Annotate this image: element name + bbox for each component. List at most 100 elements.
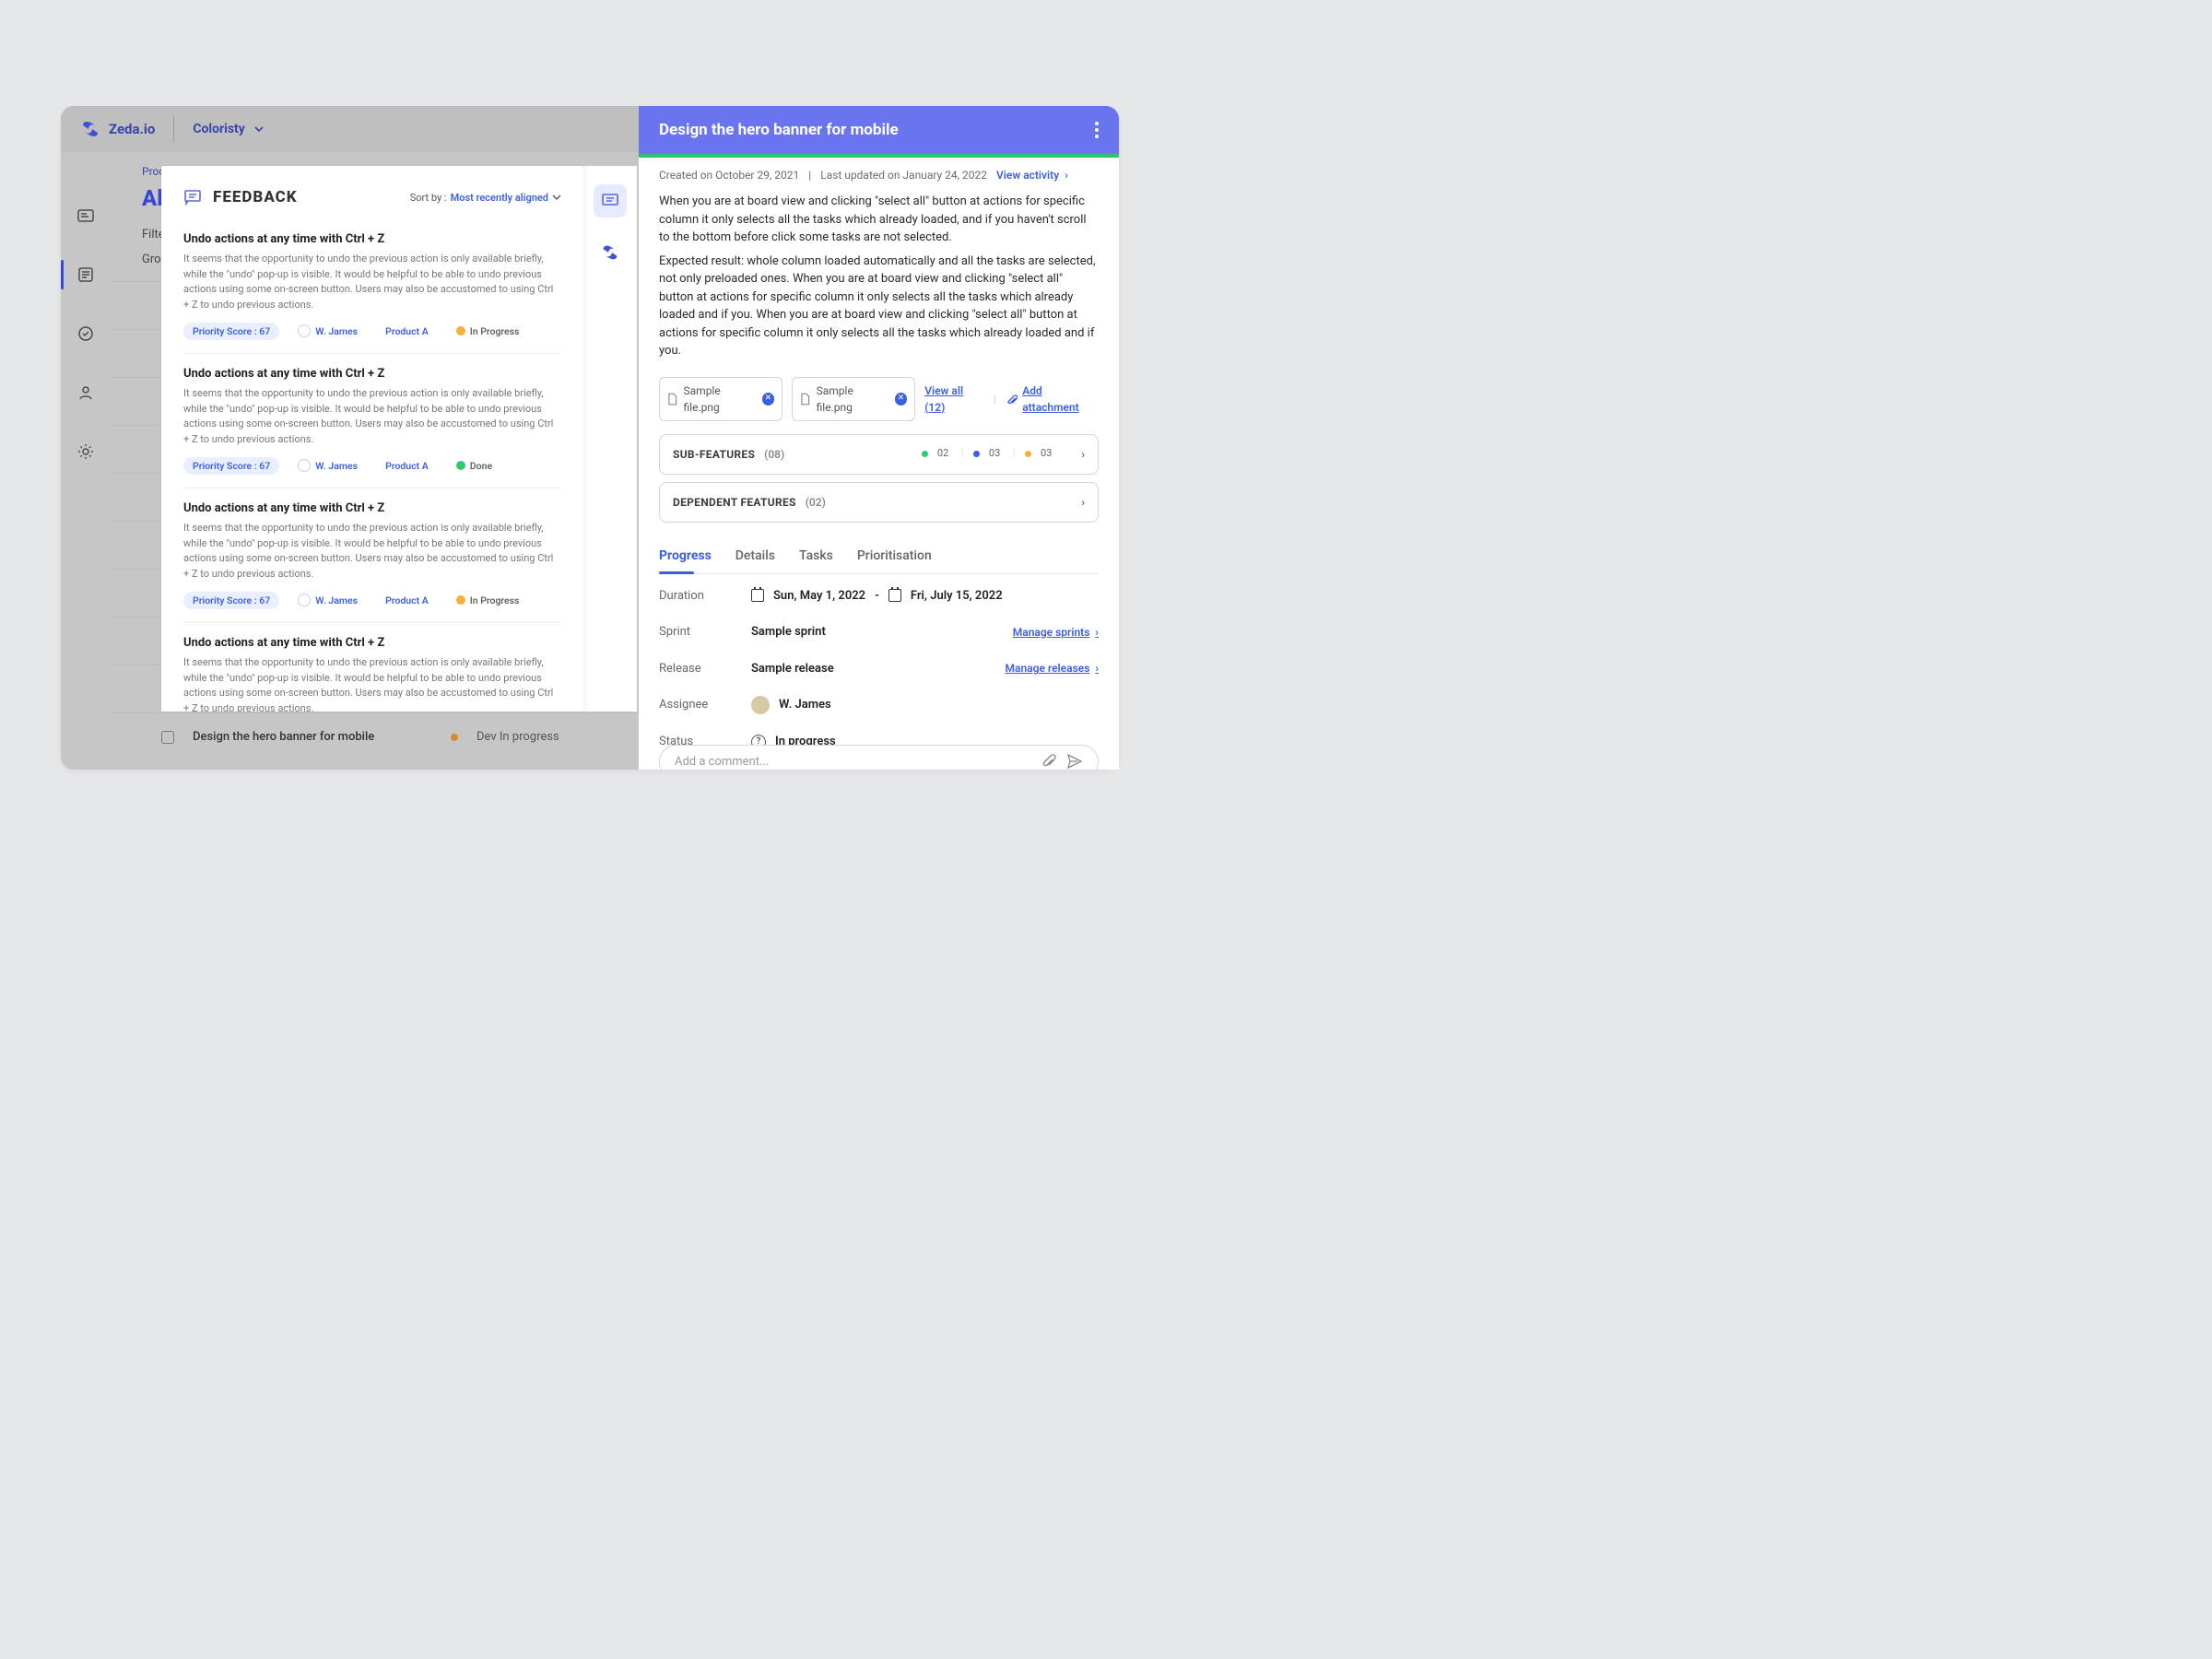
more-menu-icon[interactable] (1095, 122, 1099, 138)
feedback-item[interactable]: Undo actions at any time with Ctrl + Z I… (183, 623, 561, 712)
feedback-panel: FEEDBACK Sort by : Most recently aligned… (161, 166, 583, 712)
duration-key: Duration (659, 587, 751, 606)
remove-attachment-icon[interactable]: ✕ (895, 393, 907, 406)
feedback-item-body: It seems that the opportunity to undo th… (183, 386, 561, 447)
priority-score-chip: Priority Score : 67 (183, 592, 279, 609)
description-p1: When you are at board view and clicking … (659, 193, 1099, 247)
subfeatures-row[interactable]: SUB-FEATURES (08) 02| 03| 03 › (659, 434, 1099, 475)
product-chip: Product A (376, 323, 438, 340)
detail-header: Design the hero banner for mobile (639, 106, 1119, 154)
tab-tasks[interactable]: Tasks (799, 539, 833, 573)
nav-badge-icon[interactable] (76, 324, 96, 344)
manage-releases-link[interactable]: Manage releases › (1006, 660, 1099, 677)
feedback-item-body: It seems that the opportunity to undo th… (183, 521, 561, 582)
task-name: Design the hero banner for mobile (193, 730, 432, 744)
nav-features-icon[interactable] (76, 265, 96, 285)
attachment-chip[interactable]: Sample file.png ✕ (792, 377, 915, 421)
sidebar-nav (61, 152, 111, 770)
detail-panel: Design the hero banner for mobile Create… (639, 106, 1119, 770)
sprint-key: Sprint (659, 623, 751, 641)
attachments-row: Sample file.png ✕ Sample file.png ✕ View… (659, 377, 1099, 421)
subfeatures-label: SUB-FEATURES (673, 446, 755, 463)
avatar-icon (751, 696, 770, 714)
calendar-icon (888, 589, 901, 602)
comment-input[interactable]: Add a comment... (659, 745, 1099, 771)
rail-sync-icon[interactable] (594, 236, 627, 269)
logo[interactable]: Zeda.io (79, 118, 155, 140)
attachment-name: Sample file.png (817, 382, 889, 416)
author-chip: W. James (288, 591, 367, 609)
detail-tabs: Progress Details Tasks Prioritisation (659, 539, 1099, 574)
checkbox[interactable] (161, 731, 174, 744)
feedback-item-body: It seems that the opportunity to undo th… (183, 655, 561, 712)
feedback-item[interactable]: Undo actions at any time with Ctrl + Z I… (183, 488, 561, 623)
detail-title: Design the hero banner for mobile (659, 121, 899, 139)
sort-value: Most recently aligned (451, 192, 548, 204)
feedback-title: FEEDBACK (183, 188, 298, 206)
author-chip: W. James (288, 456, 367, 475)
feedback-item[interactable]: Undo actions at any time with Ctrl + Z I… (183, 354, 561, 488)
chevron-down-icon (254, 126, 264, 132)
dependent-features-row[interactable]: DEPENDENT FEATURES (02) › (659, 482, 1099, 523)
chevron-right-icon: › (1081, 446, 1085, 463)
feedback-header: FEEDBACK Sort by : Most recently aligned (161, 166, 583, 219)
nav-inbox-icon[interactable] (76, 206, 96, 226)
avatar-icon (298, 324, 311, 337)
updated-date: Last updated on January 24, 2022 (820, 169, 987, 182)
feedback-sort[interactable]: Sort by : Most recently aligned (410, 192, 561, 204)
logo-icon (79, 118, 101, 140)
tab-progress[interactable]: Progress (659, 539, 712, 573)
release-value: Sample release Manage releases › (751, 660, 1099, 678)
attachment-chip[interactable]: Sample file.png ✕ (659, 377, 782, 421)
chevron-right-icon: › (1081, 494, 1085, 511)
logo-text: Zeda.io (109, 121, 155, 137)
dependent-label: DEPENDENT FEATURES (673, 494, 796, 511)
feedback-item-chips: Priority Score : 67 W. James Product A D… (183, 456, 561, 475)
add-attachment-link[interactable]: Add attachment (1006, 382, 1099, 416)
feedback-item-body: It seems that the opportunity to undo th… (183, 252, 561, 312)
priority-score-chip: Priority Score : 67 (183, 323, 279, 340)
feedback-item-chips: Priority Score : 67 W. James Product A I… (183, 322, 561, 340)
progress-fields: Duration Sun, May 1, 2022 - Fri, July 15… (659, 587, 1099, 771)
status-dot-icon (451, 734, 458, 741)
created-date: Created on October 29, 2021 (659, 169, 799, 182)
feedback-item[interactable]: Undo actions at any time with Ctrl + Z I… (183, 219, 561, 354)
avatar-icon (298, 594, 311, 606)
status-dot-icon (973, 451, 980, 457)
avatar-icon (298, 459, 311, 472)
workspace-switcher[interactable]: Coloristy (193, 122, 263, 136)
comment-placeholder: Add a comment... (675, 753, 1031, 771)
duration-value[interactable]: Sun, May 1, 2022 - Fri, July 15, 2022 (751, 587, 1099, 606)
nav-settings-icon[interactable] (76, 441, 96, 462)
priority-score-chip: Priority Score : 67 (183, 457, 279, 475)
nav-people-icon[interactable] (76, 382, 96, 403)
calendar-icon (751, 589, 764, 602)
chevron-down-icon (552, 194, 561, 200)
feedback-item-chips: Priority Score : 67 W. James Product A I… (183, 591, 561, 609)
feedback-list: Undo actions at any time with Ctrl + Z I… (161, 219, 583, 712)
tab-details[interactable]: Details (735, 539, 775, 573)
subfeatures-count: (08) (764, 446, 784, 463)
view-activity-link[interactable]: View activity › (996, 169, 1068, 182)
file-icon (800, 393, 811, 406)
feedback-item-title: Undo actions at any time with Ctrl + Z (183, 501, 561, 515)
product-chip: Product A (376, 457, 438, 475)
view-all-attachments-link[interactable]: View all (12) (924, 382, 984, 416)
status-dot-icon (922, 451, 928, 457)
feedback-heading: FEEDBACK (213, 188, 298, 206)
paperclip-icon[interactable] (1041, 753, 1057, 770)
product-chip: Product A (376, 592, 438, 609)
tab-prioritisation[interactable]: Prioritisation (857, 539, 932, 573)
feedback-item-title: Undo actions at any time with Ctrl + Z (183, 232, 561, 246)
manage-sprints-link[interactable]: Manage sprints › (1013, 624, 1099, 641)
assignee-value[interactable]: W. James (751, 696, 1099, 714)
remove-attachment-icon[interactable]: ✕ (762, 393, 774, 406)
assignee-key: Assignee (659, 696, 751, 714)
dependent-count: (02) (806, 494, 826, 511)
sprint-value: Sample sprint Manage sprints › (751, 623, 1099, 641)
send-icon[interactable] (1066, 753, 1083, 770)
feedback-item-title: Undo actions at any time with Ctrl + Z (183, 636, 561, 650)
status-dot-icon (456, 595, 465, 605)
rail-feedback-icon[interactable] (594, 184, 627, 218)
attachment-name: Sample file.png (684, 382, 757, 416)
